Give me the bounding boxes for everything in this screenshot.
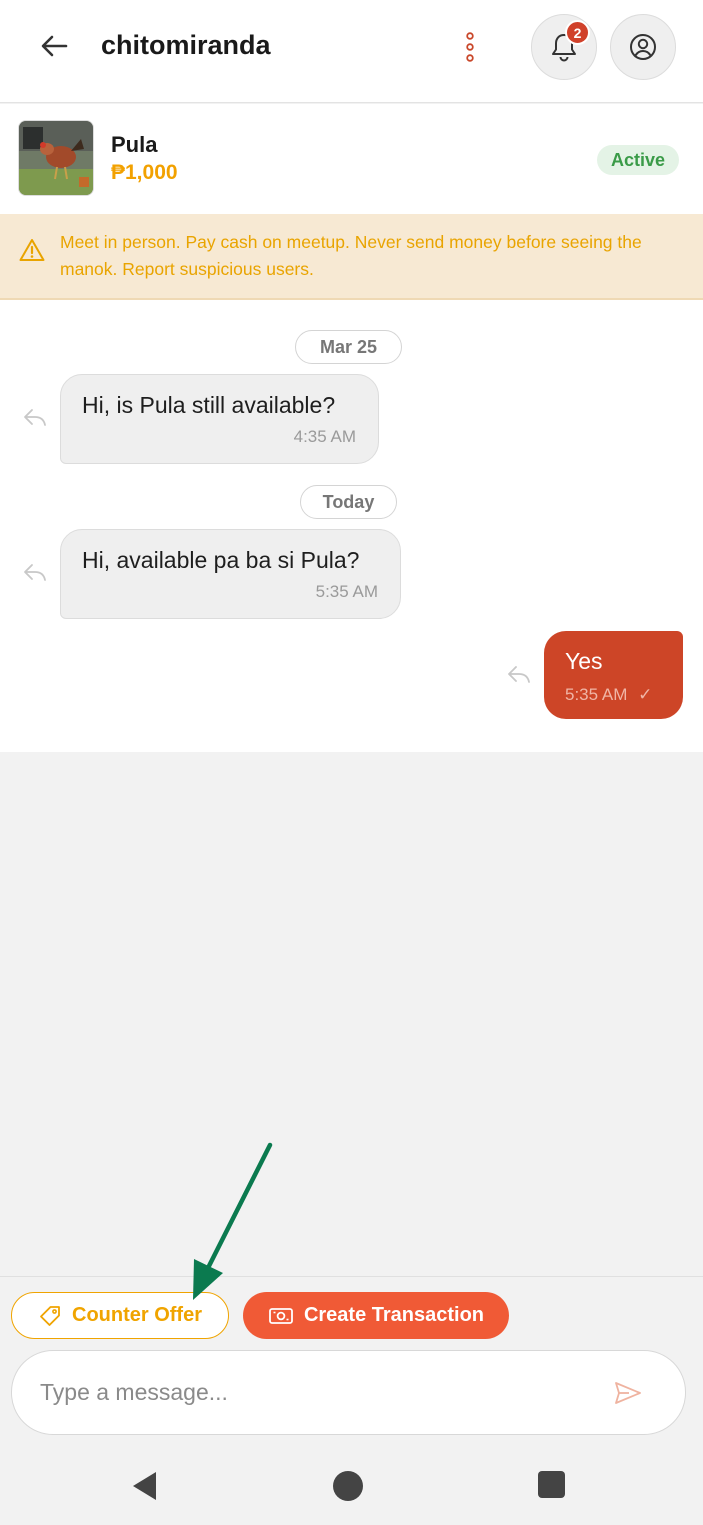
system-back-icon[interactable] (130, 1470, 158, 1502)
listing-name: Pula (111, 132, 158, 157)
tag-icon (40, 1305, 60, 1326)
chat-header: chitomiranda 2 (0, 0, 703, 103)
message-time: 5:35 AM (315, 582, 378, 601)
message-text: Hi, is Pula still available? (82, 392, 336, 418)
more-options-button[interactable] (452, 24, 488, 70)
page-title: chitomiranda (101, 30, 271, 60)
chat-messages[interactable]: Mar 25 Hi, is Pula still available? 4:35… (0, 300, 703, 752)
system-navigation-bar (0, 1446, 703, 1525)
date-separator: Today (300, 485, 397, 519)
counter-offer-button[interactable]: Counter Offer (11, 1292, 229, 1339)
message-text: Hi, available pa ba si Pula? (82, 547, 360, 573)
profile-button[interactable] (610, 14, 676, 80)
banknote-icon (269, 1307, 293, 1324)
message-composer (11, 1350, 686, 1435)
safety-warning-banner: Meet in person. Pay cash on meetup. Neve… (0, 214, 703, 300)
message-bubble-incoming[interactable]: Hi, is Pula still available? 4:35 AM (60, 374, 379, 464)
message-input[interactable] (40, 1369, 580, 1415)
action-bar: Counter Offer Create Transaction (0, 1276, 703, 1446)
arrow-left-icon (41, 35, 68, 57)
user-circle-icon (630, 34, 656, 60)
reply-icon[interactable] (22, 561, 48, 583)
create-transaction-label: Create Transaction (303, 1304, 485, 1326)
read-check-icon: ✓ (638, 685, 653, 704)
system-recents-button[interactable] (538, 1471, 565, 1498)
message-bubble-incoming[interactable]: Hi, available pa ba si Pula? 5:35 AM (60, 529, 401, 619)
message-time-label: 5:35 AM (565, 685, 628, 704)
listing-price: ₱1,000 (111, 161, 178, 184)
back-button[interactable] (30, 22, 78, 70)
kebab-menu-icon (466, 32, 474, 62)
message-text: Yes (565, 648, 603, 674)
send-button[interactable] (610, 1375, 646, 1411)
message-bubble-outgoing[interactable]: Yes 5:35 AM ✓ (544, 631, 683, 719)
message-time: 5:35 AM ✓ (565, 685, 652, 705)
listing-photo (18, 120, 94, 196)
listing-card[interactable]: Pula ₱1,000 Active (0, 104, 703, 214)
notification-badge: 2 (565, 20, 590, 45)
warning-text: Meet in person. Pay cash on meetup. Neve… (60, 232, 642, 279)
reply-icon[interactable] (506, 663, 532, 685)
status-badge: Active (597, 145, 680, 175)
counter-offer-label: Counter Offer (72, 1304, 202, 1326)
reply-icon[interactable] (22, 406, 48, 428)
create-transaction-button[interactable]: Create Transaction (243, 1292, 509, 1339)
warning-triangle-icon (19, 239, 45, 261)
send-icon (615, 1382, 641, 1404)
date-separator: Mar 25 (295, 330, 402, 364)
system-home-button[interactable] (333, 1471, 363, 1501)
message-time: 4:35 AM (293, 427, 356, 446)
